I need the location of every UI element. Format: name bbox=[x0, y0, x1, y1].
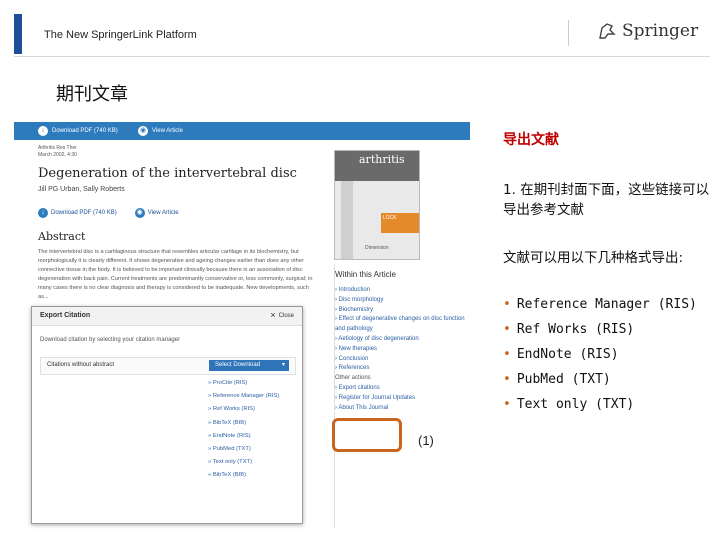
format-list: • Reference Manager (RIS) • Ref Works (RIS… bbox=[503, 292, 697, 417]
header-divider bbox=[568, 20, 569, 46]
export-citation-dialog: Export Citation × Close Download citatio… bbox=[31, 306, 303, 524]
springer-logo: Springer bbox=[596, 20, 698, 42]
bullet-icon: • bbox=[503, 347, 511, 362]
platform-title: The New SpringerLink Platform bbox=[44, 29, 197, 41]
bullet-icon: • bbox=[503, 397, 511, 412]
download-options-list: ProCite (RIS) Reference Manager (RIS) Re… bbox=[208, 377, 279, 483]
view-article-label: View Article bbox=[147, 210, 179, 216]
download-row: ↓ Download PDF (740 KB) ◉ View Article bbox=[38, 208, 179, 218]
format-item: • Reference Manager (RIS) bbox=[503, 292, 697, 317]
format-label: Text only (TXT) bbox=[516, 397, 635, 412]
callout-number: (1) bbox=[418, 433, 434, 448]
download-pdf-link[interactable]: ↓ Download PDF (740 KB) bbox=[38, 208, 117, 218]
format-item: • PubMed (TXT) bbox=[503, 367, 697, 392]
annotation-lead: 文献可以用以下几种格式导出: bbox=[503, 250, 684, 266]
format-item: • EndNote (RIS) bbox=[503, 342, 697, 367]
header-rule bbox=[14, 56, 710, 57]
close-label: Close bbox=[278, 312, 294, 319]
toc-link[interactable]: Disc morphology bbox=[335, 296, 465, 306]
dialog-title: Export Citation bbox=[40, 312, 91, 319]
within-article-panel: Within this Article Introduction Disc mo… bbox=[334, 264, 470, 528]
download-option[interactable]: Ref Works (RIS) bbox=[208, 403, 279, 416]
download-option[interactable]: BibTeX (BIB) bbox=[208, 417, 279, 430]
annotation-note: 1. 在期刊封面下面，这些链接可以导出参考文献 bbox=[503, 182, 710, 218]
download-option[interactable]: BibTeX (BIB) bbox=[208, 469, 279, 482]
toc-link[interactable]: Effect of degenerative changes on disc f… bbox=[335, 315, 465, 335]
download-option[interactable]: ProCite (RIS) bbox=[208, 377, 279, 390]
select-download-dropdown[interactable]: Select Download bbox=[209, 360, 289, 371]
dialog-header: Export Citation × Close bbox=[32, 307, 302, 326]
download-pdf-button[interactable]: ↓ Download PDF (740 KB) bbox=[38, 126, 118, 136]
format-label: EndNote (RIS) bbox=[516, 347, 619, 362]
abstract-heading: Abstract bbox=[38, 230, 86, 243]
export-citations-link[interactable]: Export citations bbox=[335, 384, 465, 394]
download-option[interactable]: PubMed (TXT) bbox=[208, 443, 279, 456]
citation-row: Citations without abstract Select Downlo… bbox=[40, 357, 296, 375]
toc-link[interactable]: Conclusion bbox=[335, 355, 465, 365]
page-title: 期刊文章 bbox=[56, 84, 128, 105]
download-pdf-label: Download PDF (740 KB) bbox=[51, 210, 117, 216]
dialog-close-button[interactable]: × Close bbox=[270, 311, 294, 320]
tools-heading: Other actions bbox=[335, 375, 371, 382]
abstract-text: The intervertebral disc is a cartilagino… bbox=[38, 249, 313, 300]
download-pdf-label: Download PDF (740 KB) bbox=[52, 128, 118, 134]
view-article-link[interactable]: ◉ View Article bbox=[134, 208, 179, 218]
download-icon: ↓ bbox=[38, 208, 48, 218]
download-option[interactable]: Text only (TXT) bbox=[208, 456, 279, 469]
eye-icon: ◉ bbox=[138, 126, 148, 136]
publication-date: March 2002, 4:30 bbox=[38, 152, 77, 158]
cover-brand: Dimension bbox=[365, 245, 389, 251]
download-option[interactable]: Reference Manager (RIS) bbox=[208, 390, 279, 403]
toc-link[interactable]: Introduction bbox=[335, 286, 465, 296]
download-option[interactable]: EndNote (RIS) bbox=[208, 430, 279, 443]
bullet-icon: • bbox=[503, 297, 511, 312]
within-article-heading: Within this Article bbox=[335, 270, 396, 279]
close-icon: × bbox=[270, 310, 276, 320]
annotation-title: 导出文献 bbox=[503, 132, 559, 148]
view-article-label: View Article bbox=[152, 128, 183, 134]
cover-journal-name: arthritis bbox=[359, 153, 405, 166]
download-icon: ↓ bbox=[38, 126, 48, 136]
bullet-icon: • bbox=[503, 322, 511, 337]
toc-link[interactable]: Aetiology of disc degeneration bbox=[335, 335, 465, 345]
cover-badge: LOCK bbox=[381, 213, 419, 233]
toc-link[interactable]: Biochemistry bbox=[335, 306, 465, 316]
format-item: • Text only (TXT) bbox=[503, 392, 697, 417]
article-authors: Jill PG Urban, Sally Roberts bbox=[38, 186, 125, 193]
springer-horse-icon bbox=[599, 23, 616, 39]
format-label: Ref Works (RIS) bbox=[516, 322, 635, 337]
format-label: Reference Manager (RIS) bbox=[516, 297, 697, 312]
bullet-icon: • bbox=[503, 372, 511, 387]
journal-cover[interactable]: arthritis LOCK Dimension bbox=[334, 150, 420, 260]
citation-row-label: Citations without abstract bbox=[47, 362, 115, 368]
header-accent-bar bbox=[14, 14, 22, 54]
toc-link[interactable]: References bbox=[335, 364, 465, 374]
article-title: Degeneration of the intervertebral disc bbox=[38, 166, 297, 181]
within-article-list: Introduction Disc morphology Biochemistr… bbox=[335, 286, 465, 413]
about-journal-link[interactable]: About This Journal bbox=[335, 404, 465, 414]
view-article-button[interactable]: ◉ View Article bbox=[138, 126, 183, 136]
journal-name: Arthritis Res Ther bbox=[38, 145, 77, 151]
register-updates-link[interactable]: Register for Journal Updates bbox=[335, 394, 465, 404]
export-citations-highlight bbox=[332, 418, 402, 452]
logo-text: Springer bbox=[622, 21, 699, 41]
eye-icon: ◉ bbox=[134, 208, 145, 218]
toc-link[interactable]: New therapies bbox=[335, 345, 465, 355]
format-item: • Ref Works (RIS) bbox=[503, 317, 697, 342]
dialog-description: Download citation by selecting your cita… bbox=[40, 337, 181, 343]
format-label: PubMed (TXT) bbox=[516, 372, 611, 387]
article-top-bar: ↓ Download PDF (740 KB) ◉ View Article bbox=[14, 122, 470, 140]
